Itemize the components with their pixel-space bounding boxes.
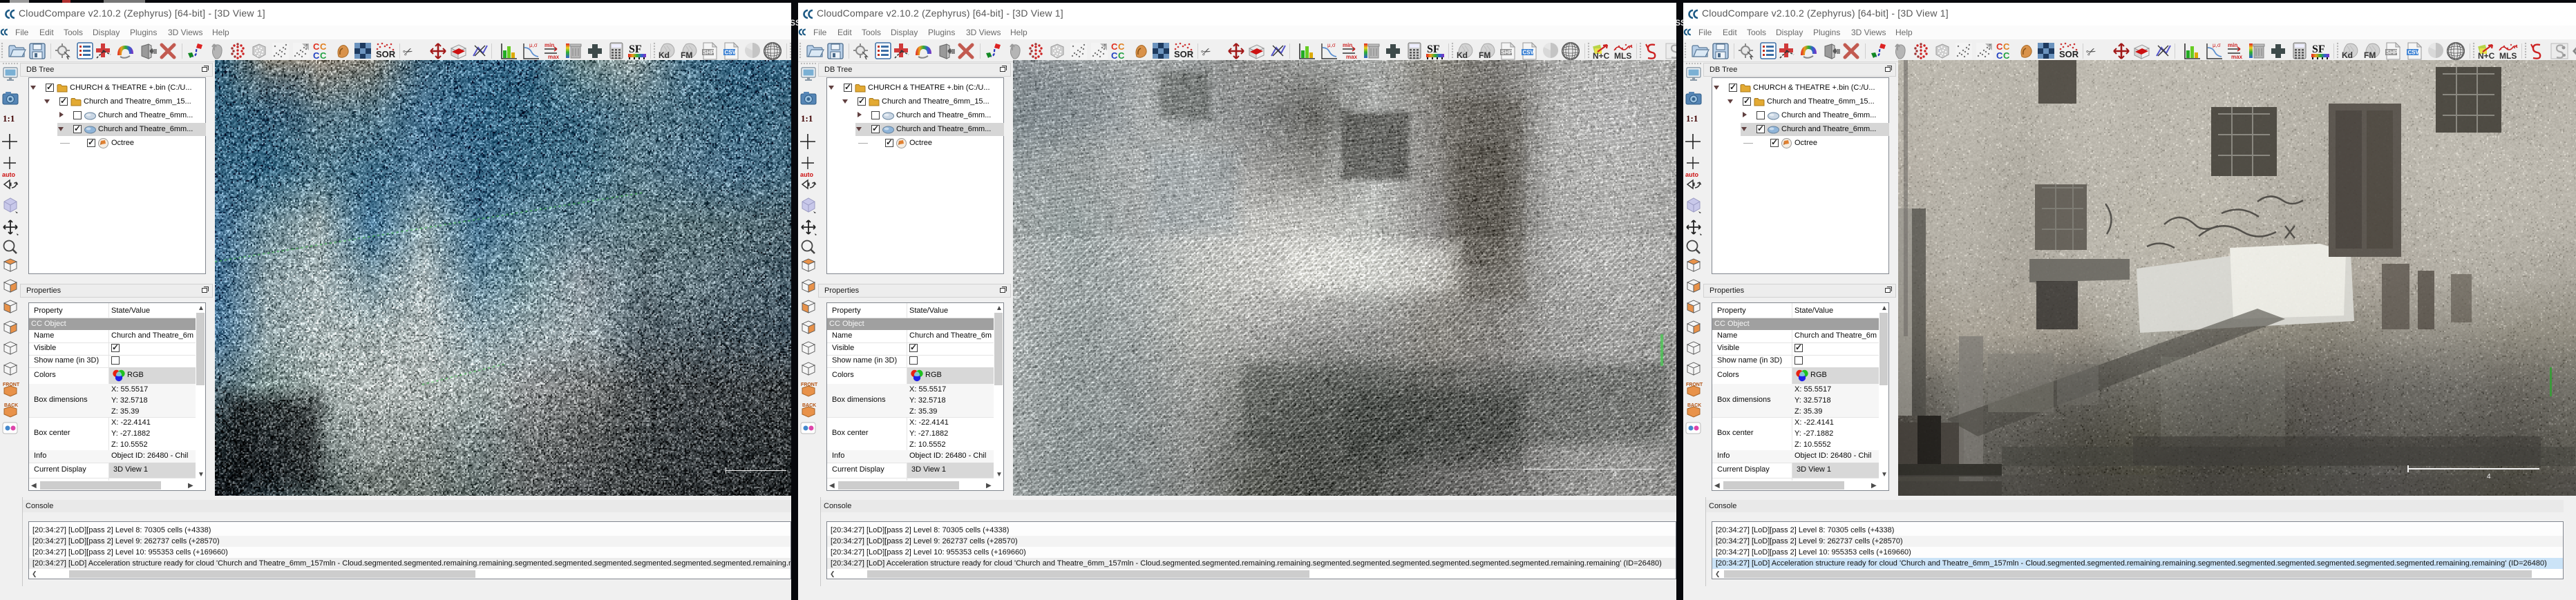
svg-text:4: 4 bbox=[2487, 473, 2491, 481]
